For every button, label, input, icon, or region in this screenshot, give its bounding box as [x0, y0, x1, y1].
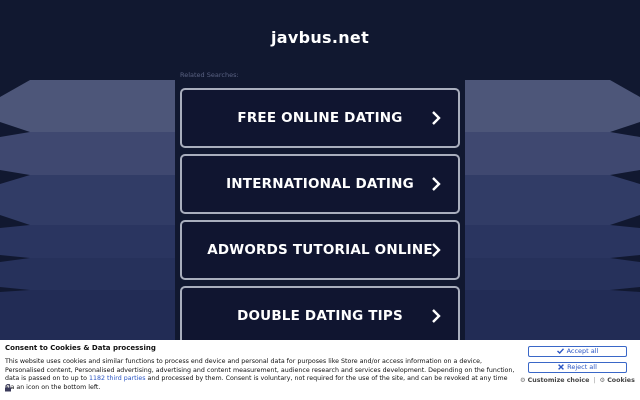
cookies-link[interactable]: Cookies: [607, 377, 635, 384]
related-search-button[interactable]: FREE ONLINE DATING: [180, 88, 460, 148]
customize-choice-link[interactable]: Customize choice: [528, 377, 590, 384]
cookie-consent-banner: Consent to Cookies & Data processing Thi…: [0, 340, 640, 400]
related-search-label: FREE ONLINE DATING: [237, 110, 403, 126]
close-icon: [558, 364, 564, 370]
link-separator: |: [593, 377, 596, 384]
chevron-right-icon: [432, 111, 441, 125]
gear-icon: ⚙: [520, 377, 526, 384]
chevron-right-icon: [432, 243, 441, 257]
reject-all-button[interactable]: Reject all: [528, 362, 627, 373]
consent-secondary-links: ⚙ Customize choice | ⚙ Cookies: [520, 377, 635, 385]
related-search-label: INTERNATIONAL DATING: [226, 176, 414, 192]
cookie-icon: ⚙: [599, 377, 606, 384]
site-title: javbus.net: [270, 28, 370, 47]
related-searches-label: Related Searches:: [180, 71, 239, 79]
related-search-label: DOUBLE DATING TIPS: [237, 308, 403, 324]
accept-all-label: Accept all: [566, 347, 599, 355]
related-search-label: ADWORDS TUTORIAL ONLINE: [207, 242, 433, 258]
chevron-right-icon: [432, 309, 441, 323]
chevron-right-icon: [432, 177, 441, 191]
checkmark-icon: [556, 348, 564, 354]
accept-all-button[interactable]: Accept all: [528, 346, 627, 357]
related-search-list: FREE ONLINE DATING INTERNATIONAL DATING …: [180, 88, 460, 352]
reject-all-label: Reject all: [567, 363, 597, 371]
related-search-button[interactable]: INTERNATIONAL DATING: [180, 154, 460, 214]
related-search-button[interactable]: ADWORDS TUTORIAL ONLINE: [180, 220, 460, 280]
related-search-button[interactable]: DOUBLE DATING TIPS: [180, 286, 460, 346]
third-parties-link[interactable]: 1182 third parties: [89, 375, 146, 382]
privacy-settings-icon[interactable]: [4, 384, 12, 392]
consent-text: This website uses cookies and similar fu…: [5, 358, 515, 392]
